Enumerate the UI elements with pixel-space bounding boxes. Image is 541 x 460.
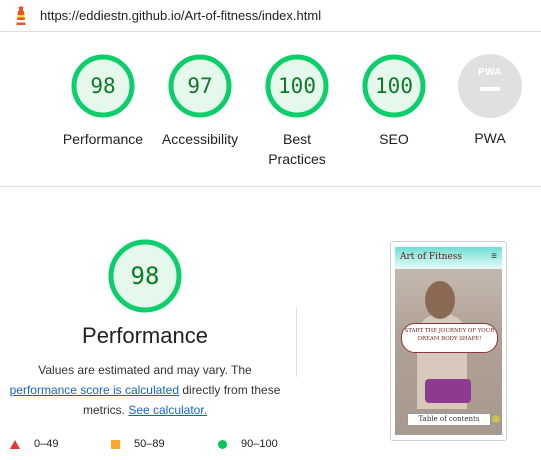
page-url[interactable]: https://eddiestn.github.io/Art-of-fitnes… [40,8,321,23]
gauge-label: SEO [379,131,409,147]
pwa-icon: PWA [458,54,522,118]
gauge-performance[interactable]: 98 Performance [53,53,153,149]
dumbbells [425,379,471,403]
gauge-score: 98 [90,74,116,98]
gauge-score: 100 [375,74,413,98]
toc-toggle-icon [491,414,501,424]
score-legend: 0–49 50–89 90–100 [0,436,300,454]
performance-gauge: 98 [107,238,183,314]
legend-range: 50–89 [134,438,165,450]
gauge-accessibility[interactable]: 97 Accessibility [150,53,250,149]
category-gauges: 98 Performance 97 Accessibility 100 Best… [0,33,541,183]
legend-average: 50–89 [111,438,165,450]
desc-prefix: Values are estimated and may vary. The [38,363,252,377]
legend-range: 0–49 [34,438,59,450]
legend-pass: 90–100 [218,438,278,450]
pass-circle-icon [218,439,227,449]
see-calculator-link[interactable]: See calculator. [128,403,207,417]
performance-description: Values are estimated and may vary. The p… [5,360,285,420]
performance-title: Performance [82,323,208,348]
screenshot-hero-text: START THE JOURNEY OF YOUR DREAM BODY SHA… [401,323,498,353]
screenshot-brand: Art of Fitness [400,252,462,262]
gauge-score: 100 [278,74,316,98]
fail-triangle-icon [10,439,20,449]
score-calculated-link[interactable]: performance score is calculated [10,383,179,397]
screenshot-toc-button: Table of contents [407,413,491,426]
gauge-best-practices[interactable]: 100 Best Practices [247,53,347,169]
lighthouse-icon [12,6,30,26]
gauge-seo[interactable]: 100 SEO [344,53,444,149]
screenshot-hero-image: START THE JOURNEY OF YOUR DREAM BODY SHA… [395,269,502,435]
performance-score: 98 [130,262,160,290]
gauge-label: Accessibility [161,131,239,147]
gauge-label: Best Practices [268,131,326,167]
screenshot-header: Art of Fitness ≡ [395,247,502,269]
gauge-pwa[interactable]: PWA PWA [440,53,540,148]
average-square-icon [111,439,120,449]
url-bar: https://eddiestn.github.io/Art-of-fitnes… [0,0,541,32]
pwa-badge-text: PWA [477,67,503,78]
person-head [425,281,455,319]
final-page-screenshot[interactable]: Art of Fitness ≡ START THE JOURNEY OF YO… [390,241,507,441]
gauge-score: 97 [187,74,213,98]
section-divider [0,186,541,187]
hamburger-menu-icon: ≡ [491,251,497,262]
legend-range: 90–100 [241,438,278,450]
gauge-label: Performance [62,131,144,147]
pwa-dash [480,87,500,91]
vertical-separator [296,307,297,377]
gauge-label: PWA [474,130,506,146]
legend-fail: 0–49 [10,438,58,450]
